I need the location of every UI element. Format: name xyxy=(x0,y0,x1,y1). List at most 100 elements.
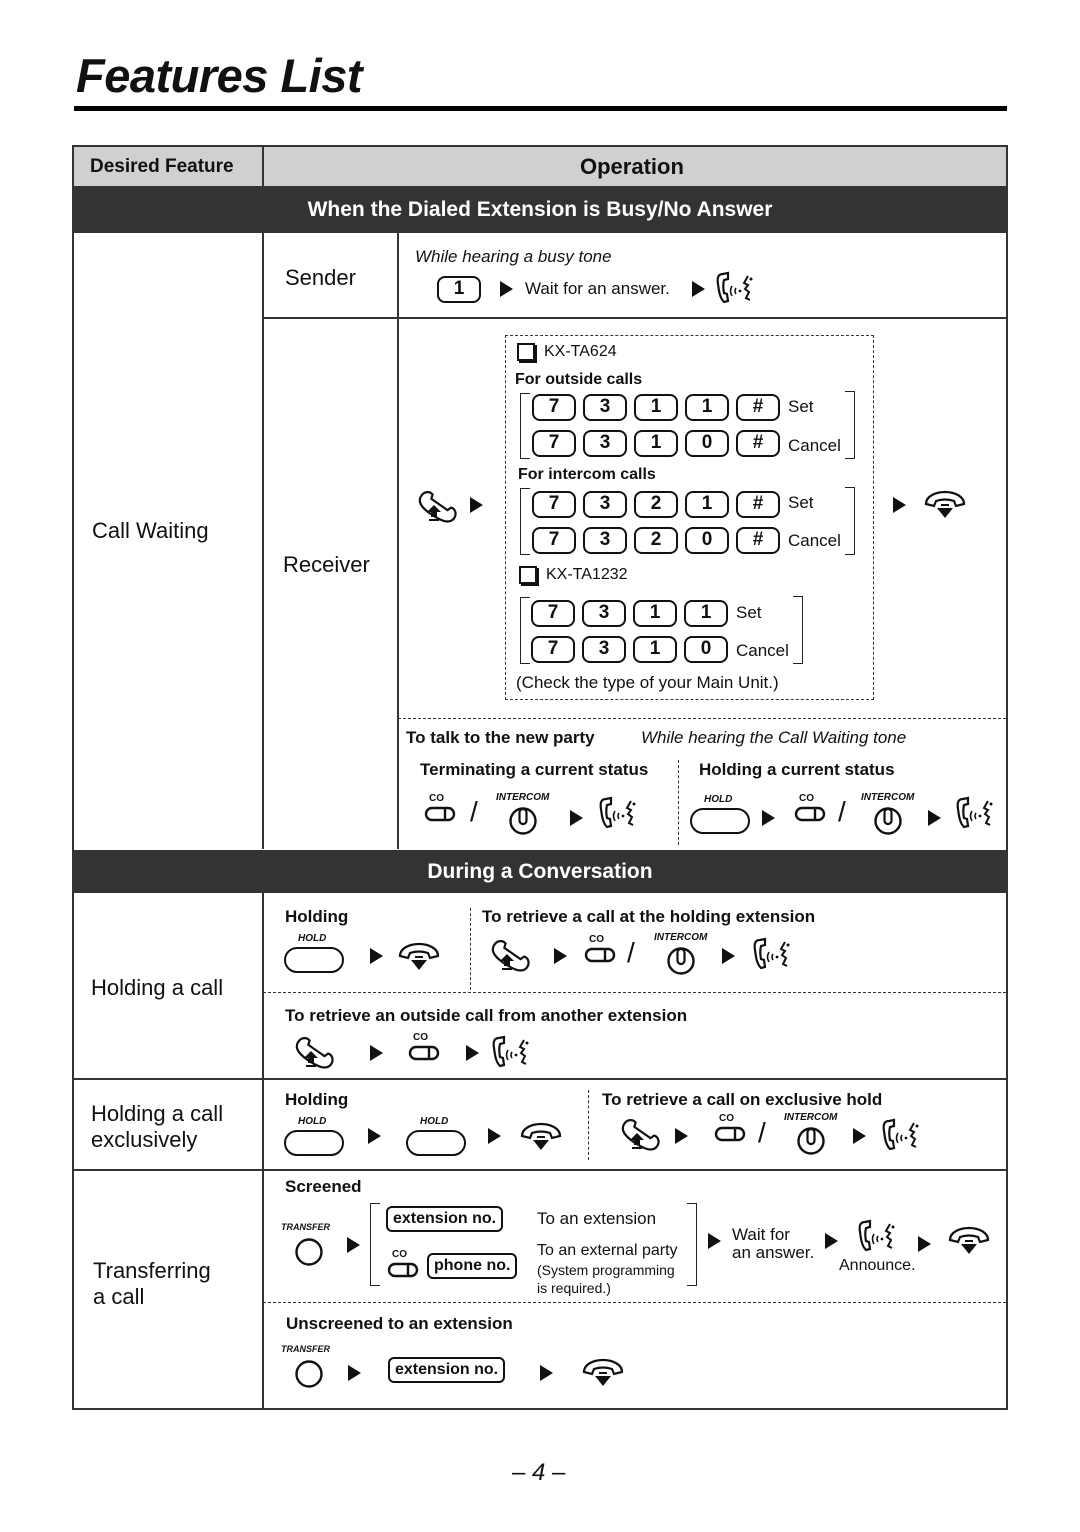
note-line: is required.) xyxy=(537,1280,611,1296)
holding-current-label: Holding a current status xyxy=(699,760,895,779)
bracket xyxy=(520,597,530,664)
intercom-button-icon xyxy=(874,807,902,835)
dial-key: # xyxy=(736,430,780,457)
retrieve-exclusive-label: To retrieve a call on exclusive hold xyxy=(602,1090,883,1109)
bracket xyxy=(520,393,530,459)
step-arrow-icon xyxy=(893,497,906,513)
hold-label: HOLD xyxy=(704,794,733,805)
dial-key: 1 xyxy=(634,430,678,457)
step-arrow-icon xyxy=(370,948,383,964)
hold-button-icon xyxy=(284,947,344,973)
step-arrow-icon xyxy=(722,948,735,964)
off-hook-icon xyxy=(621,1119,660,1151)
bracket xyxy=(520,488,530,555)
talk-icon xyxy=(599,796,636,829)
step-arrow-icon xyxy=(470,497,483,513)
bracket xyxy=(845,391,855,459)
hold-button-icon xyxy=(284,1130,344,1156)
dial-key: 1 xyxy=(634,394,678,421)
co-button-icon xyxy=(387,1262,419,1278)
feature-transfer: Transferring a call xyxy=(93,1258,211,1310)
dial-key: # xyxy=(736,491,780,518)
step-arrow-icon xyxy=(675,1128,688,1144)
dial-key: # xyxy=(736,394,780,421)
hold-button-icon xyxy=(690,808,750,834)
feature-holding-call: Holding a call xyxy=(91,975,224,1000)
co-label: CO xyxy=(392,1249,407,1260)
talk-icon xyxy=(882,1118,919,1151)
set-label: Set xyxy=(788,493,814,512)
dial-key: 3 xyxy=(583,491,627,518)
divider xyxy=(262,893,264,1408)
step-arrow-icon xyxy=(466,1045,479,1061)
to-external-text: To an external party xyxy=(537,1242,678,1259)
talk-condition: While hearing the Call Waiting tone xyxy=(641,728,907,747)
set-label: Set xyxy=(736,603,762,622)
feature-line: Transferring xyxy=(93,1258,211,1283)
bracket xyxy=(845,487,855,555)
on-hook-icon xyxy=(520,1122,562,1150)
dashed-divider xyxy=(263,1302,1006,1303)
divider xyxy=(74,1078,1006,1080)
step-arrow-icon xyxy=(370,1045,383,1061)
dial-key: 7 xyxy=(531,600,575,627)
role-sender: Sender xyxy=(285,265,356,290)
dial-key: 3 xyxy=(582,636,626,663)
divider xyxy=(397,233,399,849)
feature-line: exclusively xyxy=(91,1127,198,1152)
divider xyxy=(262,147,264,186)
step-arrow-icon xyxy=(708,1233,721,1249)
divider xyxy=(262,233,264,849)
step-arrow-icon xyxy=(368,1128,381,1144)
co-label: CO xyxy=(589,934,604,945)
holding-label: Holding xyxy=(285,1090,349,1109)
dial-key: 7 xyxy=(532,491,576,518)
section-busy-no-answer: When the Dialed Extension is Busy/No Ans… xyxy=(74,186,1006,233)
hold-label: HOLD xyxy=(420,1116,449,1127)
co-button-icon xyxy=(408,1045,440,1061)
terminating-label: Terminating a current status xyxy=(420,760,649,779)
checkbox-icon xyxy=(519,566,537,584)
sender-condition: While hearing a busy tone xyxy=(415,247,612,266)
on-hook-icon xyxy=(924,490,966,518)
page-number: – 4 – xyxy=(512,1459,566,1486)
cancel-label: Cancel xyxy=(736,641,789,660)
extension-no-box: extension no. xyxy=(388,1357,506,1383)
col-header-operation: Operation xyxy=(580,154,684,179)
role-receiver: Receiver xyxy=(283,552,370,577)
cancel-label: Cancel xyxy=(788,436,841,455)
on-hook-icon xyxy=(948,1226,990,1254)
note-line: (System programming xyxy=(537,1262,675,1278)
bracket xyxy=(370,1203,380,1286)
dial-key: 7 xyxy=(531,636,575,663)
intercom-label: INTERCOM xyxy=(861,792,915,803)
wait-answer-text: Wait for an answer. xyxy=(732,1226,814,1262)
on-hook-icon xyxy=(398,942,440,970)
holding-label: Holding xyxy=(285,907,349,926)
step-arrow-icon xyxy=(762,810,775,826)
announce-text: Announce. xyxy=(839,1257,916,1274)
slash-separator: / xyxy=(470,796,478,827)
step-arrow-icon xyxy=(540,1365,553,1381)
feature-holding-exclusive: Holding a call exclusively xyxy=(91,1101,223,1153)
transfer-label: TRANSFER xyxy=(281,1344,330,1354)
intercom-label: INTERCOM xyxy=(654,932,708,943)
intercom-button-icon xyxy=(797,1127,825,1155)
transfer-button-icon xyxy=(295,1360,323,1388)
dial-key: 1 xyxy=(633,600,677,627)
model-label: KX-TA624 xyxy=(544,343,617,360)
step-arrow-icon xyxy=(692,281,705,297)
co-label: CO xyxy=(799,793,814,804)
dial-key: 1 xyxy=(437,276,481,303)
step-arrow-icon xyxy=(347,1237,360,1253)
dial-key: 0 xyxy=(684,636,728,663)
talk-icon xyxy=(858,1219,895,1252)
intercom-label: INTERCOM xyxy=(784,1112,838,1123)
model-label: KX-TA1232 xyxy=(546,566,628,583)
step-arrow-icon xyxy=(853,1128,866,1144)
dial-key: 3 xyxy=(583,527,627,554)
dial-key: 3 xyxy=(583,394,627,421)
off-hook-icon xyxy=(491,940,530,972)
co-label: CO xyxy=(429,793,444,804)
intercom-calls-label: For intercom calls xyxy=(518,466,656,483)
